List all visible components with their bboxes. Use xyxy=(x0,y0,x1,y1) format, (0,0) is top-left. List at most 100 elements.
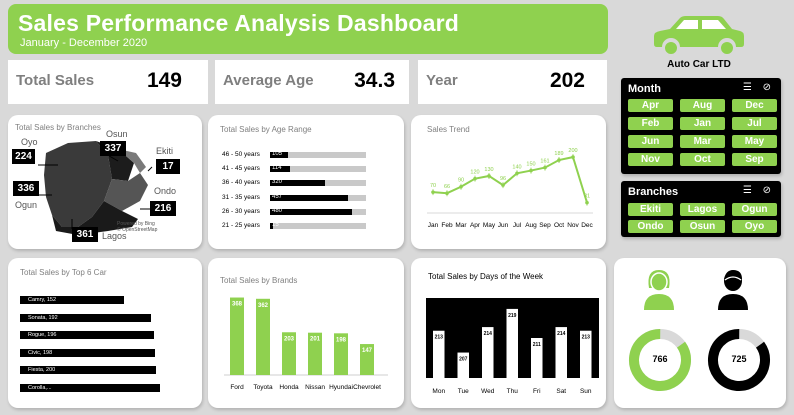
female-sales-value: 766 xyxy=(652,354,668,364)
top-cars-title: Total Sales by Top 6 Car xyxy=(20,268,107,277)
trend-data-label: 140 xyxy=(512,164,521,170)
month-filter-1[interactable]: Aug xyxy=(680,99,725,112)
trend-x-label: Nov xyxy=(567,222,579,229)
branch-filter-0[interactable]: Ekiti xyxy=(628,203,673,216)
clear-filter-icon[interactable]: ☰ ⊘ xyxy=(743,185,775,196)
month-filter-10[interactable]: Oct xyxy=(680,153,725,166)
age-range-value: 114 xyxy=(272,165,282,172)
brand-bar-value: 203 xyxy=(284,336,295,342)
car-bar[interactable]: Rogue, 196 xyxy=(20,331,154,339)
days-chart[interactable]: 213 Mon 207 Tue 214 Wed 219 Thu 211 Fri 214 Sat 213 S… xyxy=(411,258,606,408)
sales-trend-chart[interactable]: 70 Jan 66 Feb 90 Mar 120 Apr 130 May 96 Jun 140 Jul 15… xyxy=(411,115,606,249)
day-bar[interactable] xyxy=(506,308,519,378)
map-label-ekiti: Ekiti xyxy=(156,146,174,156)
branch-filter-4[interactable]: Osun xyxy=(680,220,725,233)
trend-data-label: 90 xyxy=(458,178,464,184)
day-bar-value: 219 xyxy=(508,313,517,319)
trend-x-label: Jun xyxy=(498,222,509,229)
branch-filter-1[interactable]: Lagos xyxy=(680,203,725,216)
age-range-label: 31 - 35 years xyxy=(222,193,260,201)
age-range-track: 457 xyxy=(270,193,366,201)
day-bar-value: 211 xyxy=(533,342,541,348)
month-filter-8[interactable]: May xyxy=(732,135,777,148)
branch-filter-5[interactable]: Oyo xyxy=(732,220,777,233)
kpi-average-age: Average Age 34.3 xyxy=(215,60,409,104)
sales-trend-card: Sales Trend 70 Jan 66 Feb 90 Mar 120 Apr 130 May 9… xyxy=(411,115,606,249)
month-filter-3[interactable]: Feb xyxy=(628,117,673,130)
branch-slicer: Branches ☰ ⊘ Ekiti Lagos Ogun Ondo Osun Oyo xyxy=(621,181,781,237)
kpi-total-sales-value: 149 xyxy=(146,69,182,92)
trend-x-label: Aug xyxy=(525,222,537,229)
day-x-label: Wed xyxy=(481,388,495,395)
trend-data-label: 200 xyxy=(568,148,577,154)
car-bar[interactable]: Civic, 198 xyxy=(20,348,155,357)
day-x-label: Sat xyxy=(556,388,566,395)
age-range-track: 480 xyxy=(270,208,366,215)
day-bar-value: 207 xyxy=(459,357,468,363)
car-bar[interactable]: Corolla,... xyxy=(20,383,160,392)
month-slicer: Month ☰ ⊘ Apr Aug Dec Feb Jan Jul Jun Mar May Nov… xyxy=(621,78,781,174)
age-range-label: 46 - 50 years xyxy=(222,151,260,158)
trend-line[interactable] xyxy=(432,155,588,203)
branch-filter-3[interactable]: Ondo xyxy=(628,220,673,233)
trend-data-label: 189 xyxy=(554,151,563,157)
brands-card: Total Sales by Brands 368 Ford 362 Toyota 20… xyxy=(208,258,404,408)
age-range-value: 105 xyxy=(272,151,283,157)
brand-bar-value: 362 xyxy=(258,303,269,309)
car-bar-label: Corolla,... xyxy=(28,384,52,391)
day-bar-value: 213 xyxy=(435,335,444,341)
map-value-lagos: 361 xyxy=(72,227,98,242)
month-filter-4[interactable]: Jan xyxy=(680,117,725,130)
brands-chart[interactable]: 368 Ford 362 Toyota 203 Honda 201 Nissan 198 Hyun… xyxy=(208,258,404,408)
trend-x-label: Feb xyxy=(441,222,453,229)
car-bar-label: Fiesta, 200 xyxy=(28,367,56,373)
trend-data-label: 120 xyxy=(470,170,479,176)
brand-bar-value: 368 xyxy=(232,302,243,308)
multi-select-icon[interactable]: ☰ ⊘ xyxy=(743,82,775,93)
car-bar-label: Civic, 198 xyxy=(28,349,53,356)
day-bar-value: 214 xyxy=(557,331,566,337)
trend-x-label: Dec xyxy=(581,222,593,229)
branch-filter-2[interactable]: Ogun xyxy=(732,203,777,216)
dashboard-title: Sales Performance Analysis Dashboard xyxy=(18,10,459,36)
top-cars-card: Total Sales by Top 6 Car Camry, 152 Sonat… xyxy=(8,258,202,408)
map-label-ondo: Ondo xyxy=(154,186,177,196)
car-bar[interactable]: Sonata, 192 xyxy=(20,313,151,322)
gender-card: 766 725 xyxy=(614,258,786,408)
age-range-bar[interactable] xyxy=(270,208,353,215)
brand-x-label: Honda xyxy=(279,384,299,391)
month-filter-5[interactable]: Jul xyxy=(732,117,777,130)
month-filter-11[interactable]: Sep xyxy=(732,153,777,166)
car-bar[interactable]: Camry, 152 xyxy=(20,296,124,304)
days-card: Total Sales by Days of the Week 213 Mon 20… xyxy=(411,258,606,408)
month-filter-9[interactable]: Nov xyxy=(628,153,673,166)
male-icon xyxy=(718,270,748,310)
car-bar-label: Camry, 152 xyxy=(28,297,57,303)
trend-data-label: 150 xyxy=(526,162,535,168)
day-x-label: Fri xyxy=(533,388,541,395)
age-range-track: 105 xyxy=(270,151,366,158)
month-filter-6[interactable]: Jun xyxy=(628,135,673,148)
brand-bar[interactable] xyxy=(256,298,270,375)
map-value-oyo: 224 xyxy=(12,149,35,164)
kpi-year: Year 202 xyxy=(418,60,607,104)
brand-bar-value: 147 xyxy=(362,348,373,354)
month-filter-2[interactable]: Dec xyxy=(732,99,777,112)
month-filter-7[interactable]: Mar xyxy=(680,135,725,148)
day-x-label: Tue xyxy=(458,388,469,395)
brand-x-label: Chevrolet xyxy=(353,384,381,391)
day-x-label: Mon xyxy=(432,388,445,395)
trend-data-label: 161 xyxy=(540,159,549,165)
car-bar[interactable]: Fiesta, 200 xyxy=(20,366,157,374)
kpi-average-age-label: Average Age xyxy=(223,72,314,89)
age-range-value: 457 xyxy=(272,193,283,200)
map-label-oyo: Oyo xyxy=(21,137,38,147)
month-filter-0[interactable]: Apr xyxy=(628,99,673,112)
male-sales-value: 725 xyxy=(731,354,747,364)
age-range-label: 26 - 30 years xyxy=(222,207,260,215)
age-range-track: 320 xyxy=(270,179,366,187)
brand-bar[interactable] xyxy=(230,297,244,375)
trend-x-label: Apr xyxy=(470,222,481,229)
age-range-card: Total Sales by Age Range 46 - 50 years 10… xyxy=(208,115,404,249)
age-range-track: 15 xyxy=(270,222,366,229)
